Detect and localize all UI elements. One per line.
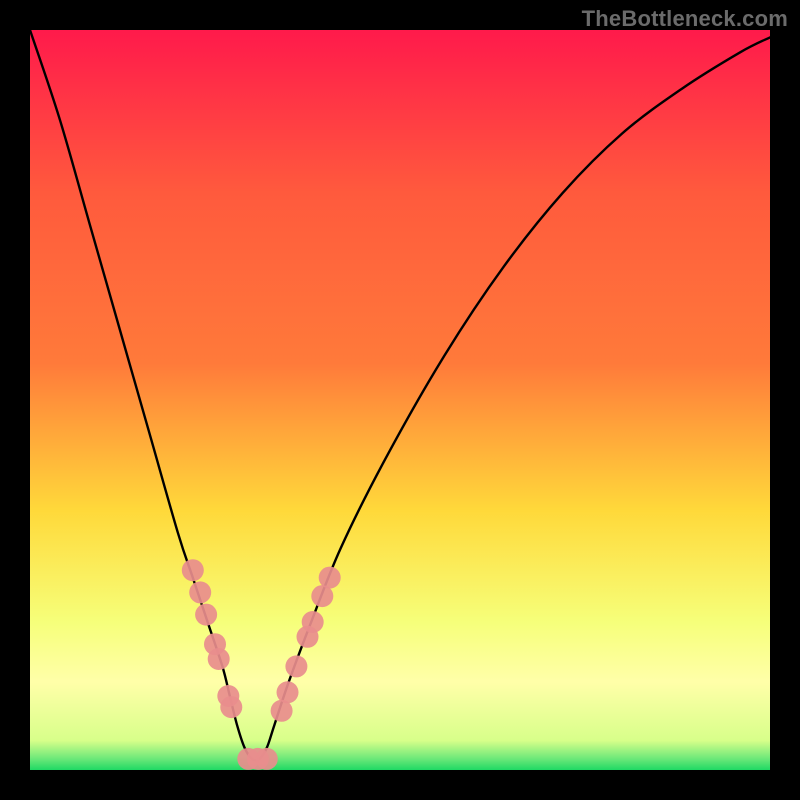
marker-dot: [319, 567, 341, 589]
marker-dot: [182, 559, 204, 581]
marker-dot: [277, 681, 299, 703]
marker-dot: [195, 604, 217, 626]
marker-dot: [285, 655, 307, 677]
plot-area: [30, 30, 770, 770]
marker-dot: [256, 748, 278, 770]
marker-dot: [220, 696, 242, 718]
marker-dot: [189, 581, 211, 603]
marker-dot: [208, 648, 230, 670]
chart-frame: TheBottleneck.com: [0, 0, 800, 800]
chart-svg: [30, 30, 770, 770]
watermark-text: TheBottleneck.com: [582, 6, 788, 32]
marker-dot: [302, 611, 324, 633]
